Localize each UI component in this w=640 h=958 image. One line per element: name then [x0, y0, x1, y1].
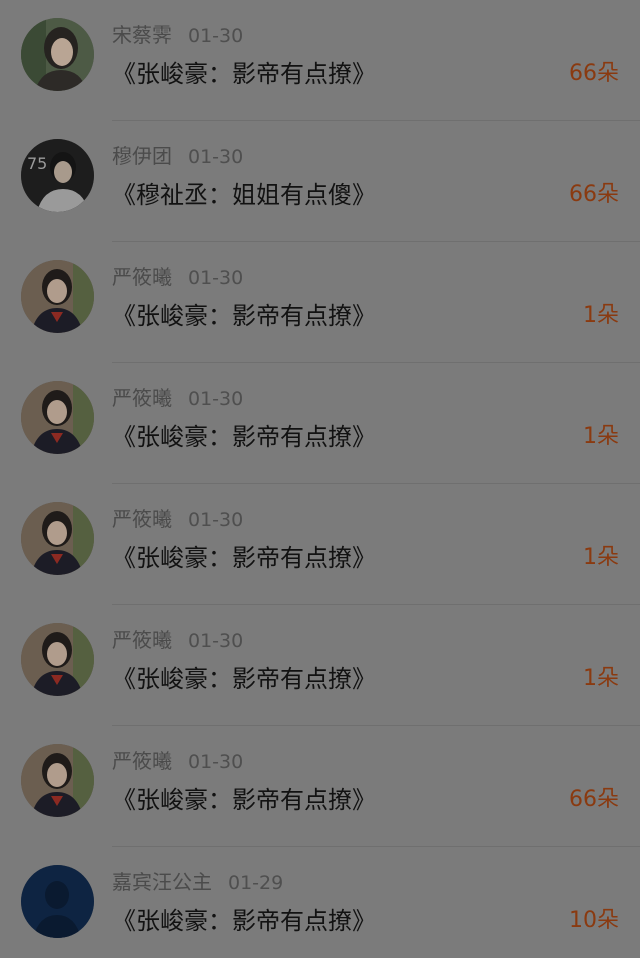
gift-record-list: 宋蔡霁 01-30 《张峻豪：影帝有点撩》 66朵 75 穆伊团 01-30 《穆祉… — [0, 0, 640, 958]
user-name[interactable]: 穆伊团 — [112, 144, 172, 168]
list-item[interactable]: 严筱曦 01-30 《张峻豪：影帝有点撩》 1朵 — [0, 605, 640, 726]
gift-count: 66朵 — [569, 182, 619, 207]
avatar-silhouette-blue-icon — [21, 865, 94, 938]
post-date: 01-30 — [188, 146, 244, 168]
list-item[interactable]: 宋蔡霁 01-30 《张峻豪：影帝有点撩》 66朵 — [0, 0, 640, 121]
list-item[interactable]: 75 穆伊团 01-30 《穆祉丞：姐姐有点傻》 66朵 — [0, 121, 640, 242]
user-name[interactable]: 严筱曦 — [112, 265, 172, 289]
avatar[interactable] — [21, 502, 94, 575]
user-name[interactable]: 严筱曦 — [112, 749, 172, 773]
avatar[interactable] — [21, 381, 94, 454]
gift-count: 10朵 — [569, 908, 619, 933]
gift-count: 1朵 — [583, 424, 619, 449]
post-date: 01-30 — [188, 267, 244, 289]
avatar[interactable] — [21, 744, 94, 817]
list-item[interactable]: 严筱曦 01-30 《张峻豪：影帝有点撩》 1朵 — [0, 363, 640, 484]
post-date: 01-30 — [188, 751, 244, 773]
post-date: 01-30 — [188, 509, 244, 531]
gift-count: 1朵 — [583, 666, 619, 691]
avatar[interactable] — [21, 18, 94, 91]
avatar[interactable]: 75 — [21, 139, 94, 212]
book-title[interactable]: 《张峻豪：影帝有点撩》 — [112, 902, 376, 940]
post-date: 01-30 — [188, 388, 244, 410]
gift-count: 66朵 — [569, 787, 619, 812]
avatar[interactable] — [21, 623, 94, 696]
avatar-girl-sailor-icon — [21, 623, 94, 696]
book-title[interactable]: 《张峻豪：影帝有点撩》 — [112, 539, 376, 577]
user-name[interactable]: 宋蔡霁 — [112, 23, 172, 47]
post-date: 01-30 — [188, 630, 244, 652]
avatar-girl-sailor-icon — [21, 260, 94, 333]
post-date: 01-29 — [228, 872, 284, 894]
book-title[interactable]: 《张峻豪：影帝有点撩》 — [112, 297, 376, 335]
list-item[interactable]: 嘉宾汪公主 01-29 《张峻豪：影帝有点撩》 10朵 — [0, 847, 640, 958]
user-name[interactable]: 严筱曦 — [112, 386, 172, 410]
book-title[interactable]: 《穆祉丞：姐姐有点傻》 — [112, 176, 376, 214]
list-item[interactable]: 严筱曦 01-30 《张峻豪：影帝有点撩》 66朵 — [0, 726, 640, 847]
gift-count: 1朵 — [583, 545, 619, 570]
avatar-boy-dark-icon: 75 — [21, 139, 94, 212]
user-name[interactable]: 严筱曦 — [112, 507, 172, 531]
user-name[interactable]: 严筱曦 — [112, 628, 172, 652]
book-title[interactable]: 《张峻豪：影帝有点撩》 — [112, 781, 376, 819]
avatar[interactable] — [21, 260, 94, 333]
gift-count: 1朵 — [583, 303, 619, 328]
avatar-girl-sailor-icon — [21, 502, 94, 575]
svg-text:75: 75 — [27, 154, 47, 173]
book-title[interactable]: 《张峻豪：影帝有点撩》 — [112, 55, 376, 93]
list-item[interactable]: 严筱曦 01-30 《张峻豪：影帝有点撩》 1朵 — [0, 242, 640, 363]
avatar-girl-green-icon — [21, 18, 94, 91]
post-date: 01-30 — [188, 25, 244, 47]
gift-count: 66朵 — [569, 61, 619, 86]
avatar[interactable] — [21, 865, 94, 938]
user-name[interactable]: 嘉宾汪公主 — [112, 870, 212, 894]
avatar-girl-sailor-icon — [21, 744, 94, 817]
list-item[interactable]: 严筱曦 01-30 《张峻豪：影帝有点撩》 1朵 — [0, 484, 640, 605]
book-title[interactable]: 《张峻豪：影帝有点撩》 — [112, 660, 376, 698]
avatar-girl-sailor-icon — [21, 381, 94, 454]
book-title[interactable]: 《张峻豪：影帝有点撩》 — [112, 418, 376, 456]
